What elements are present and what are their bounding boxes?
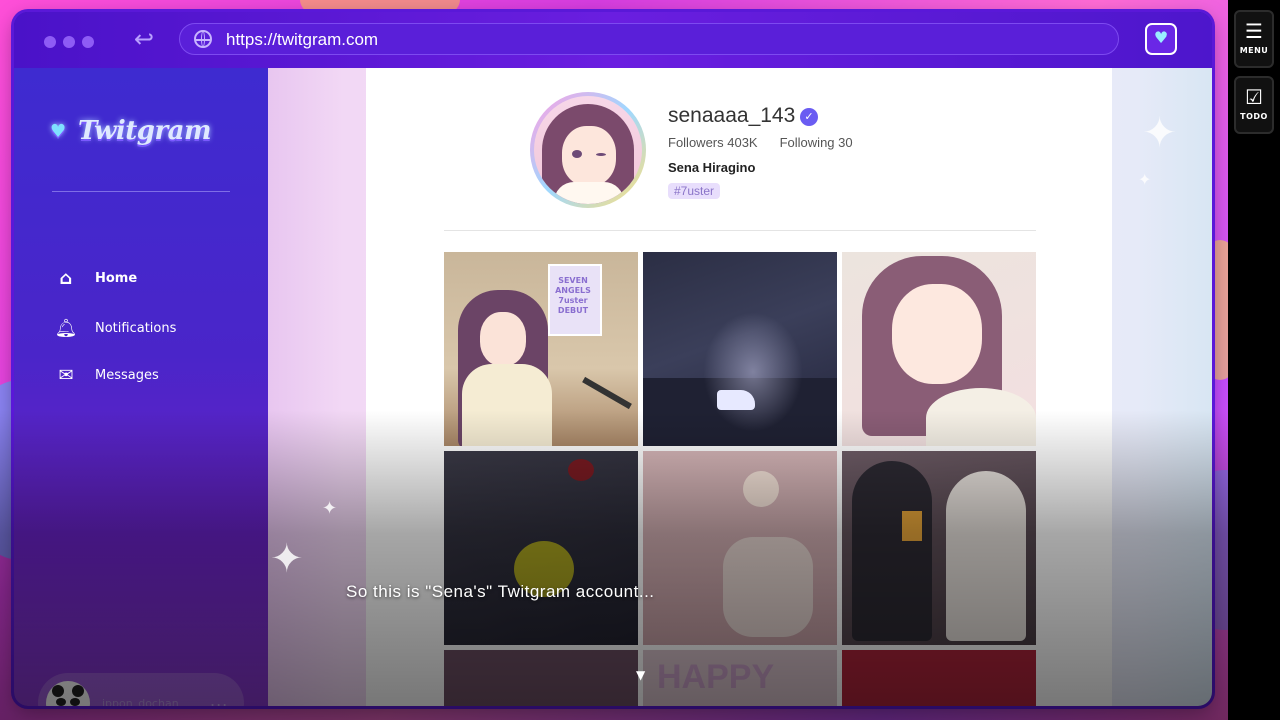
home-icon: ⌂: [59, 268, 73, 289]
twitgram-logo[interactable]: ♥ Twitgram: [50, 116, 212, 146]
post-tile[interactable]: [842, 451, 1036, 645]
address-bar[interactable]: https://twitgram.com: [179, 23, 1119, 55]
twitgram-app-icon[interactable]: ♥: [1145, 23, 1177, 55]
avatar: [46, 681, 90, 706]
post-tile[interactable]: [444, 451, 638, 645]
menu-button[interactable]: ☰ MENU: [1234, 10, 1274, 68]
sidebar: ♥ Twitgram ⌂ Home 🔔︎ Notifications ✉ Messag…: [14, 68, 268, 706]
back-arrow-icon[interactable]: ↩: [130, 25, 158, 53]
sparkle-icon: ✦: [270, 536, 304, 582]
window-dot: [82, 36, 94, 48]
globe-icon: [194, 30, 212, 48]
post-tile[interactable]: [842, 252, 1036, 446]
profile-tag[interactable]: #7uster: [668, 183, 721, 199]
sparkle-icon: ✦: [1142, 108, 1178, 157]
sidebar-item-messages[interactable]: ✉ Messages: [54, 365, 159, 395]
post-caption: HAPPY: [657, 658, 775, 696]
bell-icon: 🔔︎: [54, 318, 78, 339]
hamburger-icon: ☰: [1245, 19, 1263, 43]
post-tile[interactable]: [444, 650, 638, 706]
envelope-icon: ✉: [58, 365, 74, 386]
current-user-pill[interactable]: ippon_dochan ...: [38, 673, 244, 706]
menu-label: MENU: [1239, 46, 1269, 55]
todo-button[interactable]: ☑ TODO: [1234, 76, 1274, 134]
profile-divider: [444, 230, 1036, 231]
sparkle-icon: ✦: [1138, 170, 1152, 189]
sidebar-item-label: Messages: [95, 368, 159, 383]
dialogue-text[interactable]: So this is "Sena's" Twitgram account...: [346, 582, 655, 602]
sidebar-item-label: Notifications: [95, 321, 177, 336]
browser-toolbar: ↩ https://twitgram.com ♥: [14, 12, 1212, 68]
checklist-icon: ☑: [1245, 85, 1263, 109]
profile-avatar[interactable]: [530, 92, 646, 208]
more-options-icon[interactable]: ...: [210, 691, 228, 706]
profile-display-name: Sena Hiragino: [668, 160, 756, 175]
sidebar-item-label: Home: [95, 271, 138, 286]
poster-text: SEVEN ANGELS 7uster DEBUT: [555, 276, 591, 315]
todo-label: TODO: [1240, 112, 1268, 121]
url-text: https://twitgram.com: [226, 30, 379, 49]
post-tile[interactable]: [643, 252, 837, 446]
post-tile[interactable]: [643, 451, 837, 645]
sidebar-item-home[interactable]: ⌂ Home: [54, 268, 138, 298]
window-dot: [44, 36, 56, 48]
main-content: senaaaa_143 ✓ Followers 403K Following 30…: [268, 68, 1212, 706]
post-tile[interactable]: HAPPY: [643, 650, 837, 706]
profile-stats: Followers 403K Following 30: [668, 135, 853, 150]
sparkle-icon: ✦: [322, 498, 338, 519]
followers-count[interactable]: Followers 403K: [668, 135, 758, 150]
sidebar-item-notifications[interactable]: 🔔︎ Notifications: [54, 318, 177, 348]
post-tile[interactable]: SEVEN ANGELS 7uster DEBUT: [444, 252, 638, 446]
advance-arrow-icon[interactable]: ▼: [636, 668, 645, 682]
logo-text: Twitgram: [78, 116, 212, 146]
profile-handle: senaaaa_143: [668, 104, 796, 127]
window-dot: [63, 36, 75, 48]
verified-badge-icon: ✓: [800, 108, 818, 126]
following-count[interactable]: Following 30: [780, 135, 853, 150]
window-dots: [44, 33, 101, 52]
current-user-name: ippon_dochan: [102, 697, 179, 706]
profile-card: senaaaa_143 ✓ Followers 403K Following 30…: [366, 68, 1112, 706]
post-tile[interactable]: [842, 650, 1036, 706]
game-side-menu: ☰ MENU ☑ TODO: [1228, 0, 1280, 720]
heart-logo-icon: ♥: [50, 121, 66, 142]
sidebar-divider: [52, 191, 230, 192]
